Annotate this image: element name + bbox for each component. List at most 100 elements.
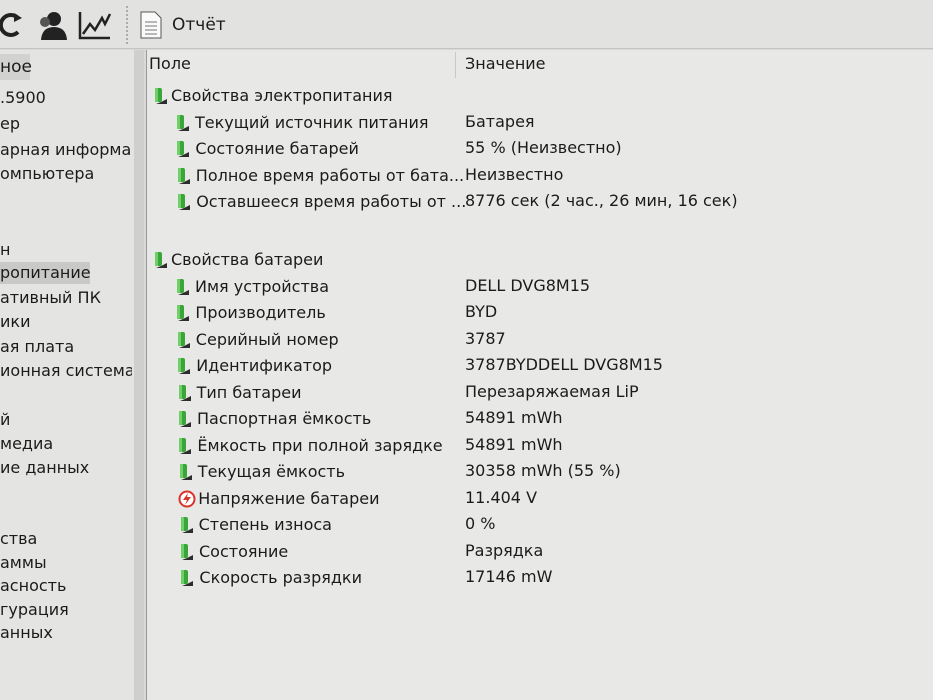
field-value: 54891 mWh — [465, 435, 563, 454]
battery-icon — [175, 114, 191, 132]
sidebar-item[interactable]: .5900 — [0, 87, 132, 109]
table-row[interactable]: Идентификатор 3787BYDDELL DVG8M15 — [147, 354, 927, 378]
report-icon — [140, 11, 162, 39]
field-value: Перезаряжаемая LiP — [465, 382, 639, 401]
column-header-value[interactable]: Значение — [465, 54, 546, 73]
sidebar-item-selected[interactable]: ропитание — [0, 262, 90, 284]
table-row[interactable]: Состояние батарей 55 % (Неизвестно) — [147, 137, 927, 161]
table-row[interactable]: Напряжение батареи 11.404 V — [147, 487, 927, 511]
sidebar-item[interactable]: омпьютера — [0, 163, 132, 185]
sidebar-item[interactable]: й — [0, 409, 132, 431]
battery-icon — [179, 516, 195, 534]
table-row[interactable]: Паспортная ёмкость 54891 mWh — [147, 407, 927, 431]
sidebar-item[interactable]: медиа — [0, 433, 132, 455]
battery-icon — [177, 437, 193, 455]
field-name: Текущий источник питания — [195, 113, 429, 132]
table-row[interactable]: Текущий источник питания Батарея — [147, 111, 927, 135]
field-value: 3787 — [465, 329, 506, 348]
field-value: Неизвестно — [465, 165, 564, 184]
field-value: BYD — [465, 302, 498, 321]
table-row[interactable]: Текущая ёмкость 30358 mWh (55 %) — [147, 460, 927, 484]
report-label: Отчёт — [172, 15, 226, 35]
field-name: Полное время работы от бата... — [195, 166, 465, 185]
battery-icon — [175, 140, 191, 158]
battery-icon — [176, 167, 192, 185]
sidebar-header[interactable]: ное — [0, 54, 32, 80]
battery-icon — [179, 569, 195, 587]
field-name: Имя устройства — [195, 277, 330, 296]
field-name: Оставшееся время работы от ... — [196, 192, 467, 211]
field-value: 3787BYDDELL DVG8M15 — [465, 355, 663, 374]
field-value: 0 % — [465, 514, 496, 533]
field-value: 17146 mW — [465, 567, 553, 586]
battery-icon — [153, 251, 169, 269]
column-divider[interactable] — [455, 52, 456, 78]
battery-icon — [177, 410, 193, 428]
sidebar-item[interactable]: ие данных — [0, 457, 132, 479]
table-row[interactable]: Имя устройства DELL DVG8M15 — [147, 275, 927, 299]
field-value: 11.404 V — [465, 488, 538, 507]
field-name: Состояние — [199, 542, 289, 561]
table-row[interactable]: Степень износа 0 % — [147, 513, 927, 537]
group-header[interactable]: Свойства батареи — [147, 248, 927, 272]
toolbar: Отчёт — [0, 0, 933, 49]
sidebar-item[interactable]: ер — [0, 113, 132, 135]
field-name: Серийный номер — [195, 330, 339, 349]
battery-icon — [176, 193, 192, 211]
field-name: Скорость разрядки — [199, 568, 362, 587]
table-row[interactable]: Производитель BYD — [147, 301, 927, 325]
field-value: 30358 mWh (55 %) — [465, 461, 621, 480]
sidebar-item[interactable]: аммы — [0, 552, 132, 574]
battery-icon — [176, 357, 192, 375]
table-row[interactable]: Серийный номер 3787 — [147, 328, 927, 352]
sidebar-tree: ное .5900 ер арная информац омпьютера н … — [0, 50, 144, 700]
table-row[interactable]: Состояние Разрядка — [147, 540, 927, 564]
voltage-icon — [178, 490, 196, 508]
field-name: Идентификатор — [196, 356, 333, 375]
field-value: 54891 mWh — [465, 408, 563, 427]
field-name: Производитель — [195, 303, 326, 322]
sidebar-item[interactable]: арная информац — [0, 139, 132, 161]
sidebar-item[interactable]: гурация — [0, 599, 132, 621]
user-icon[interactable] — [36, 10, 68, 40]
battery-icon — [175, 304, 191, 322]
table-row[interactable]: Тип батареи Перезаряжаемая LiP — [147, 381, 927, 405]
field-value: DELL DVG8M15 — [465, 276, 591, 295]
sidebar-item[interactable]: ства — [0, 528, 132, 550]
sidebar-item[interactable]: ионная система — [0, 360, 132, 382]
column-header-field[interactable]: Поле — [149, 54, 191, 73]
field-name: Состояние батарей — [195, 139, 359, 158]
field-name: Ёмкость при полной зарядке — [197, 436, 443, 455]
group-header[interactable]: Свойства электропитания — [147, 84, 927, 108]
table-row[interactable]: Оставшееся время работы от ... 8776 сек (… — [147, 190, 927, 214]
field-name: Текущая ёмкость — [197, 462, 346, 481]
toolbar-separator — [126, 6, 128, 44]
field-value: 8776 сек (2 час., 26 мин, 16 сек) — [465, 191, 738, 210]
report-button[interactable]: Отчёт — [140, 8, 226, 42]
sidebar-item[interactable]: анных — [0, 622, 132, 644]
chart-icon[interactable] — [78, 10, 112, 40]
sidebar-item[interactable]: ая плата — [0, 336, 132, 358]
field-name: Напряжение батареи — [198, 489, 380, 508]
battery-icon — [153, 87, 169, 105]
field-name: Паспортная ёмкость — [197, 409, 372, 428]
field-name: Степень износа — [198, 515, 332, 534]
details-table: Поле Значение Свойства электропитания Тек… — [146, 50, 933, 700]
sidebar-item[interactable]: ативный ПК — [0, 287, 132, 309]
battery-icon — [179, 543, 195, 561]
field-name: Тип батареи — [196, 383, 302, 402]
battery-icon — [176, 331, 192, 349]
group-title: Свойства батареи — [171, 250, 324, 269]
table-row[interactable]: Полное время работы от бата... Неизвестно — [147, 164, 927, 188]
battery-icon — [177, 384, 193, 402]
table-row[interactable]: Скорость разрядки 17146 mW — [147, 566, 927, 590]
sidebar-item[interactable]: ики — [0, 311, 132, 333]
field-value: Разрядка — [465, 541, 544, 560]
battery-icon — [178, 463, 194, 481]
refresh-icon[interactable] — [0, 10, 24, 40]
sidebar-item[interactable]: асность — [0, 575, 132, 597]
field-value: 55 % (Неизвестно) — [465, 138, 622, 157]
table-row[interactable]: Ёмкость при полной зарядке 54891 mWh — [147, 434, 927, 458]
sidebar-item[interactable]: н — [0, 239, 132, 261]
field-value: Батарея — [465, 112, 535, 131]
